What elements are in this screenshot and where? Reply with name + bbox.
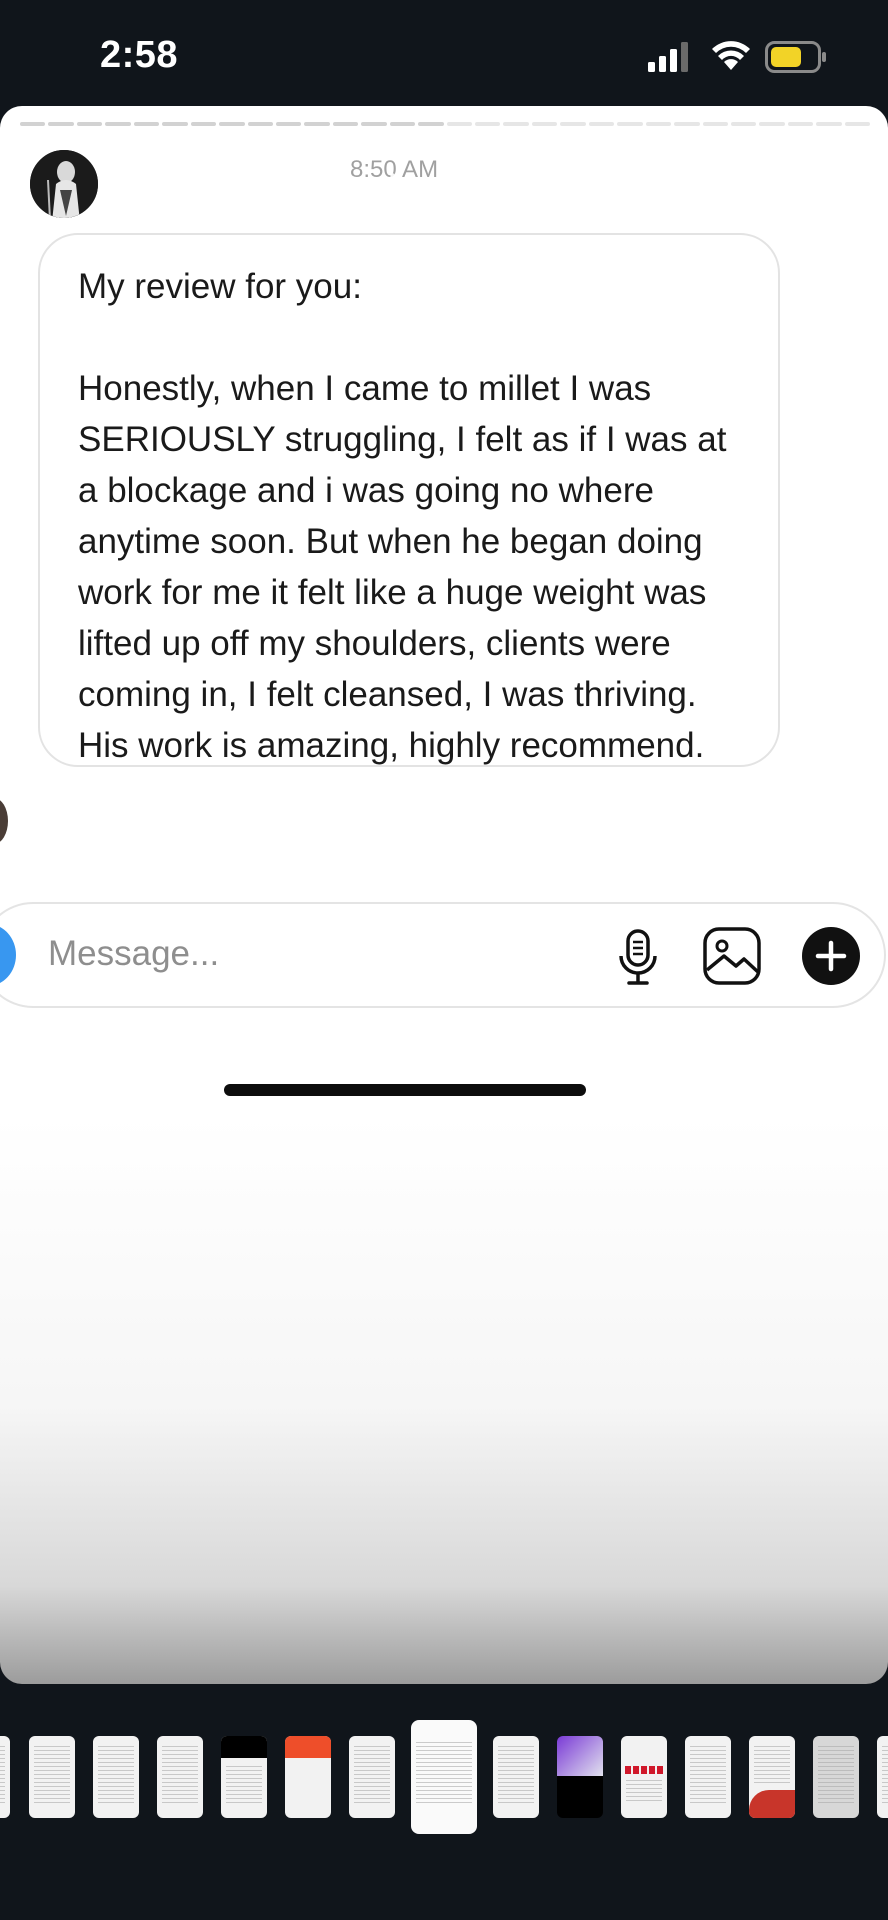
story-thumbnail-active[interactable] xyxy=(411,1720,477,1834)
account-name[interactable]: Testimonials (2 xyxy=(128,166,344,200)
story-thumbnail-strip xyxy=(0,1716,888,1836)
story-thumbnail[interactable] xyxy=(877,1736,888,1818)
story-thumbnail[interactable] xyxy=(0,1736,10,1818)
status-bar: 2:58 xyxy=(0,0,888,110)
message-body: Honestly, when I came to millet I was SE… xyxy=(78,369,727,765)
story-progress-bar xyxy=(20,122,871,126)
story-thumbnail[interactable] xyxy=(285,1736,331,1818)
story-thumbnail[interactable] xyxy=(749,1736,795,1818)
home-indicator xyxy=(224,1084,586,1096)
microphone-icon[interactable] xyxy=(616,928,660,986)
status-time: 2:58 xyxy=(100,34,179,76)
story-thumbnail[interactable] xyxy=(29,1736,75,1818)
profile-avatar[interactable] xyxy=(28,148,100,220)
story-thumbnail[interactable] xyxy=(813,1736,859,1818)
sender-avatar xyxy=(0,798,8,844)
story-thumbnail[interactable] xyxy=(621,1736,667,1818)
story-thumbnail[interactable] xyxy=(349,1736,395,1818)
message-input[interactable]: Message... xyxy=(48,934,219,974)
cellular-signal-icon xyxy=(648,42,688,72)
robed-figure-icon xyxy=(30,150,98,218)
story-card: Testimonials (2 8:50 AM March 3, 2019 My… xyxy=(0,106,888,1684)
story-thumbnail[interactable] xyxy=(557,1736,603,1818)
gallery-icon[interactable] xyxy=(702,926,762,986)
add-icon[interactable] xyxy=(802,927,860,985)
story-thumbnail[interactable] xyxy=(157,1736,203,1818)
wifi-icon xyxy=(712,41,750,70)
story-thumbnail[interactable] xyxy=(685,1736,731,1818)
story-thumbnail[interactable] xyxy=(93,1736,139,1818)
story-thumbnail[interactable] xyxy=(493,1736,539,1818)
message-heading: My review for you: xyxy=(78,267,362,306)
story-date: March 3, 2019 xyxy=(388,168,580,201)
message-bubble: My review for you: Honestly, when I came… xyxy=(38,233,780,767)
close-icon[interactable] xyxy=(818,158,868,208)
story-thumbnail[interactable] xyxy=(221,1736,267,1818)
battery-icon xyxy=(765,41,826,73)
